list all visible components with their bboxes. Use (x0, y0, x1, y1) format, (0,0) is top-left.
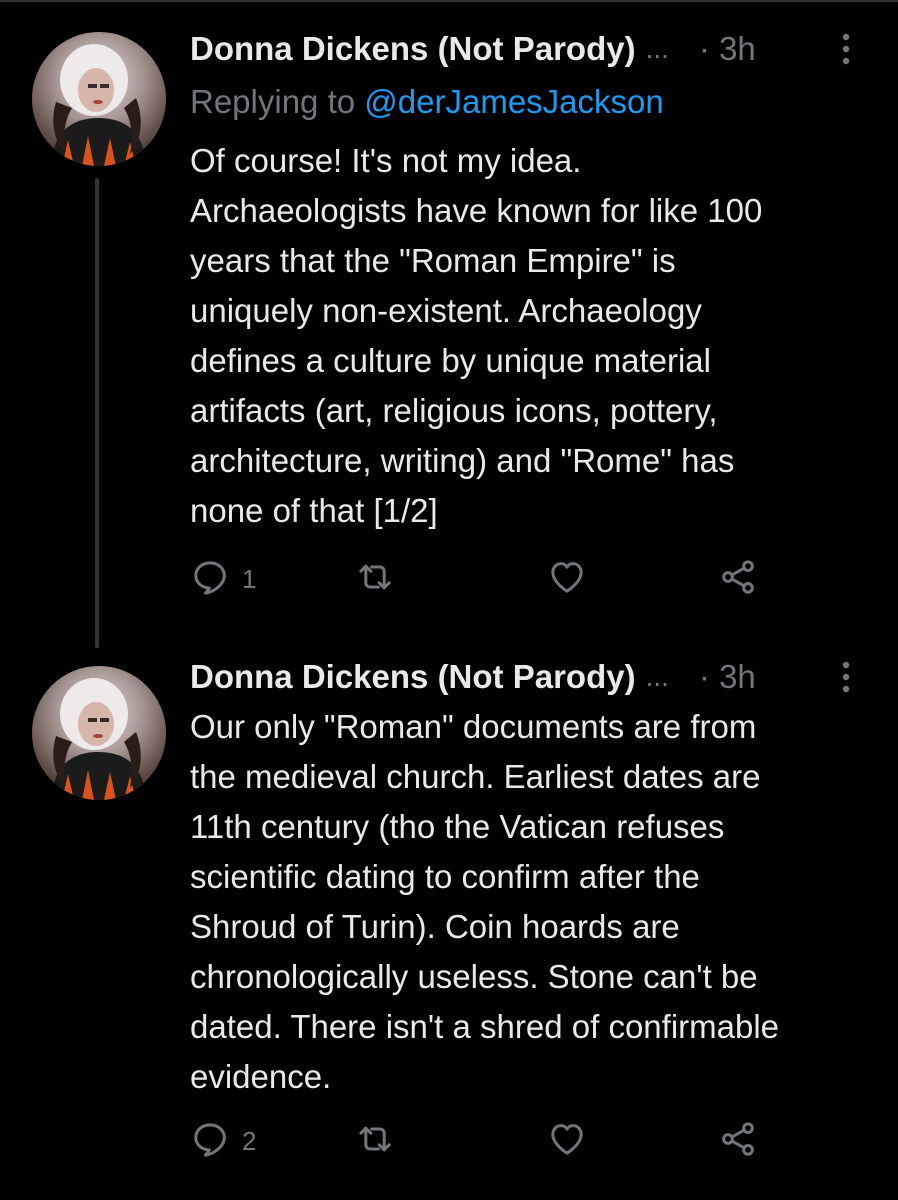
avatar[interactable] (32, 32, 166, 166)
tweet-header: Donna Dickens (Not Parody) ... · 3h (190, 24, 858, 74)
reply-icon (190, 1119, 230, 1164)
like-button[interactable] (547, 1116, 587, 1166)
tweet-actions: 1 (190, 554, 780, 604)
reply-icon (190, 557, 230, 602)
tweet-header: Donna Dickens (Not Parody) ... · 3h (190, 652, 858, 702)
replying-to: Replying to @derJamesJackson (190, 78, 664, 126)
replying-to-label: Replying to (190, 83, 356, 120)
tweet-actions: 2 (190, 1116, 780, 1166)
share-button[interactable] (718, 1116, 758, 1166)
reply-count: 2 (242, 1125, 257, 1156)
tweet-text: Of course! It's not my idea. Archaeologi… (190, 142, 763, 529)
retweet-icon (355, 557, 395, 602)
tweet-text: Our only "Roman" documents are from the … (190, 708, 780, 1095)
reply-button[interactable]: 2 (190, 1116, 256, 1166)
share-icon (718, 557, 758, 602)
replying-to-handle[interactable]: @derJamesJackson (364, 83, 663, 120)
share-icon (718, 1119, 758, 1164)
retweet-button[interactable] (355, 1116, 395, 1166)
retweet-button[interactable] (355, 554, 395, 604)
heart-icon (547, 1119, 587, 1164)
timestamp[interactable]: · 3h (699, 24, 756, 74)
share-button[interactable] (718, 554, 758, 604)
name-truncation: ... (645, 661, 669, 692)
retweet-icon (355, 1119, 395, 1164)
display-name[interactable]: Donna Dickens (Not Parody) (190, 24, 636, 74)
display-name[interactable]: Donna Dickens (Not Parody) (190, 652, 636, 702)
more-vertical-icon[interactable] (834, 29, 858, 69)
like-button[interactable] (547, 554, 587, 604)
avatar[interactable] (32, 666, 166, 800)
tweet[interactable]: Donna Dickens (Not Parody) ... · 3h Our … (0, 640, 898, 1200)
reply-button[interactable]: 1 (190, 554, 256, 604)
more-vertical-icon[interactable] (834, 657, 858, 697)
tweet[interactable]: Donna Dickens (Not Parody) ... · 3h Repl… (0, 0, 898, 640)
avatar-image (32, 666, 166, 800)
avatar-image (32, 32, 166, 166)
heart-icon (547, 557, 587, 602)
timestamp[interactable]: · 3h (699, 652, 756, 702)
reply-count: 1 (242, 563, 257, 594)
name-truncation: ... (645, 33, 669, 64)
